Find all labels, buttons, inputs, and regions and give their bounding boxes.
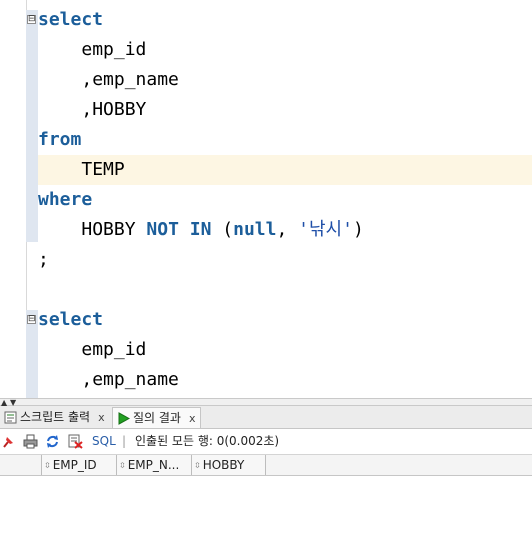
code-line: emp_id	[38, 35, 532, 65]
string-literal: '낚시'	[298, 219, 353, 240]
tab-label: 질의 결과	[133, 411, 181, 425]
column-header-label: EMP_N...	[127, 458, 180, 472]
code-line: HOBBY NOT IN (null, '낚시')	[38, 215, 532, 245]
print-icon[interactable]	[23, 434, 38, 449]
collapse-down-icon[interactable]: ▼	[10, 399, 16, 407]
code-line-current: TEMP	[38, 155, 532, 185]
code-line: select	[38, 305, 532, 335]
paren: )	[352, 219, 364, 240]
table-ident: TEMP	[81, 159, 125, 180]
code-line: ,emp_name	[38, 65, 532, 95]
column-header-emp-id[interactable]: ⇳ EMP_ID	[41, 455, 117, 475]
result-grid-body	[0, 476, 532, 557]
code-line: ,emp_name	[38, 365, 532, 395]
refresh-icon[interactable]	[45, 434, 60, 449]
column-ident: HOBBY	[81, 219, 136, 240]
tab-script-output[interactable]: 스크립트 출력 x	[0, 407, 109, 427]
pin-icon[interactable]	[1, 434, 16, 449]
fold-collapse-icon[interactable]: ⊟	[27, 15, 36, 24]
column-header-emp-name[interactable]: ⇳ EMP_N...	[116, 455, 192, 475]
toolbar-separator: |	[122, 434, 127, 448]
sort-icon: ⇳	[194, 460, 201, 470]
line-gutter	[0, 0, 27, 398]
panel-splitter[interactable]: ▲ ▼	[0, 398, 532, 407]
sql-button[interactable]: SQL	[92, 429, 116, 454]
keyword-null: null	[233, 219, 277, 240]
script-output-icon	[4, 411, 17, 424]
fetch-status: 인출된 모든 행: 0(0.002초)	[135, 434, 280, 448]
output-tabs: 스크립트 출력 x 질의 결과 x	[0, 406, 532, 429]
code-line: from	[38, 125, 532, 155]
expand-up-icon[interactable]: ▲	[1, 399, 7, 407]
code-line: where	[38, 185, 532, 215]
keyword-where: where	[38, 189, 93, 210]
column-ident: emp_id	[81, 339, 147, 360]
column-header-label: HOBBY	[202, 458, 245, 472]
sort-icon: ⇳	[119, 460, 126, 470]
close-icon[interactable]: x	[189, 412, 196, 425]
delete-sql-icon[interactable]	[68, 434, 83, 449]
keyword-not-in: NOT IN	[146, 219, 212, 240]
code-line: ,HOBBY	[38, 95, 532, 125]
sort-icon: ⇳	[44, 460, 51, 470]
comma: ,	[276, 219, 299, 240]
code-line: ;	[38, 245, 532, 275]
keyword-from: from	[38, 129, 82, 150]
code-line: select	[38, 5, 532, 35]
column-header-hobby[interactable]: ⇳ HOBBY	[191, 455, 266, 475]
fold-collapse-icon[interactable]: ⊟	[27, 315, 36, 324]
result-toolbar: SQL | 인출된 모든 행: 0(0.002초)	[0, 429, 532, 455]
keyword-select: select	[38, 9, 104, 30]
paren: (	[222, 219, 234, 240]
keyword-select: select	[38, 309, 104, 330]
column-ident: ,emp_name	[81, 369, 179, 390]
sql-editor[interactable]: select emp_id ,emp_name ,HOBBY from TEMP…	[38, 0, 532, 398]
column-ident: ,HOBBY	[81, 99, 147, 120]
tab-label: 스크립트 출력	[20, 410, 91, 424]
code-line: emp_id	[38, 335, 532, 365]
column-header-label: EMP_ID	[52, 458, 97, 472]
statement-terminator: ;	[38, 249, 49, 270]
run-icon	[118, 412, 130, 425]
column-ident: emp_id	[81, 39, 147, 60]
fold-region-bar	[26, 10, 38, 242]
tab-query-result[interactable]: 질의 결과 x	[112, 407, 201, 428]
close-icon[interactable]: x	[98, 411, 105, 424]
result-grid-header: ⇳ EMP_ID ⇳ EMP_N... ⇳ HOBBY	[0, 455, 532, 476]
column-ident: ,emp_name	[81, 69, 179, 90]
